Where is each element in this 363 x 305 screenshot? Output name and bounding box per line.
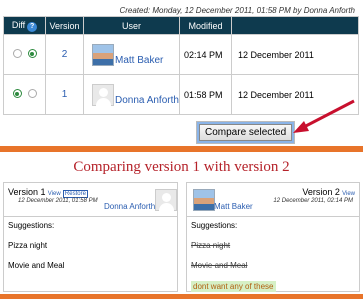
- version-1-panel: Version 1 View Restore 12 December 2011,…: [3, 182, 178, 292]
- panel-header: Version 1 View Restore 12 December 2011,…: [4, 183, 177, 217]
- arrow-icon: [293, 99, 355, 133]
- version-title: Version 2: [302, 187, 340, 197]
- line: Pizza night: [8, 241, 48, 250]
- line: Suggestions:: [8, 221, 55, 230]
- version-date: 12 December 2011, 01:58 PM: [18, 198, 98, 204]
- line: Suggestions:: [191, 221, 238, 230]
- page-title: Comparing version 1 with version 2: [73, 159, 290, 175]
- deleted-line: Pizza night: [191, 241, 231, 250]
- line: Movie and Meal: [8, 261, 65, 270]
- user-link[interactable]: Donna Anforth: [104, 202, 155, 211]
- avatar: [193, 189, 215, 211]
- version-title: Version 1: [8, 187, 46, 197]
- deleted-line: Movie and Meal: [191, 261, 248, 270]
- view-link[interactable]: View: [48, 191, 61, 197]
- avatar: [155, 189, 177, 211]
- user-link[interactable]: Matt Baker: [214, 202, 253, 211]
- version-2-panel: Matt Baker Version 2 View 12 December 20…: [186, 182, 360, 292]
- added-line: dont want any of these: [191, 281, 276, 292]
- restore-link[interactable]: Restore: [62, 190, 88, 198]
- version-date: 12 December 2011, 02:14 PM: [273, 198, 353, 204]
- divider-band: [0, 294, 363, 299]
- divider-band: [0, 146, 363, 152]
- panel-header: Matt Baker Version 2 View 12 December 20…: [187, 183, 359, 217]
- view-link[interactable]: View: [342, 191, 355, 197]
